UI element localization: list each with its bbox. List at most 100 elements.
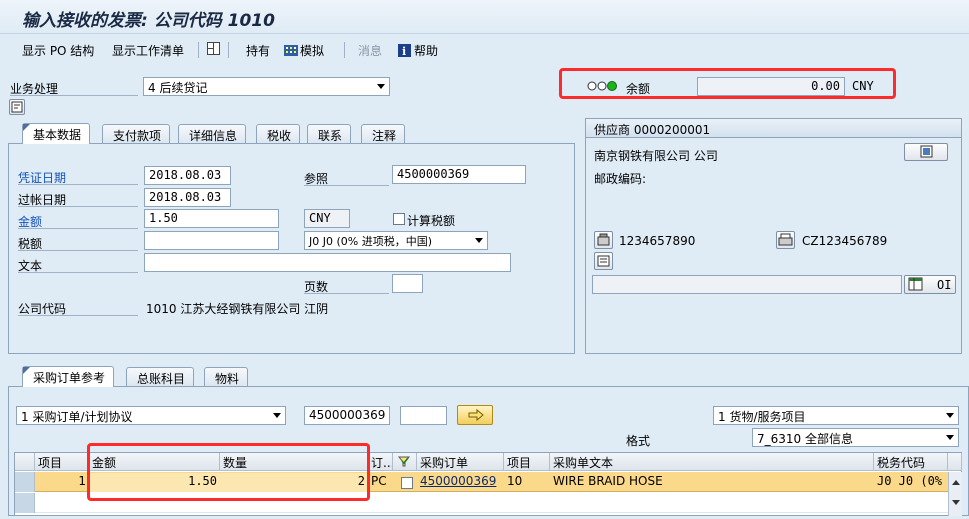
tab-payment[interactable]: 支付款项 bbox=[102, 124, 171, 144]
grid-column-settings[interactable] bbox=[948, 453, 962, 471]
post-date-field[interactable]: 2018.08.03 bbox=[144, 188, 231, 207]
toolbar-separator bbox=[344, 42, 345, 58]
grid-header-select[interactable] bbox=[393, 453, 417, 471]
tab-contact[interactable]: 联系 bbox=[307, 124, 352, 144]
row-selector[interactable] bbox=[15, 472, 35, 492]
simulate-icon bbox=[284, 44, 298, 57]
fax-number: CZ123456789 bbox=[802, 234, 888, 248]
row-po-link[interactable]: 4500000369 bbox=[417, 473, 504, 492]
po-type-select[interactable]: 1 采购订单/计划协议 bbox=[16, 406, 286, 425]
row-po-text-cell: WIRE BRAID HOSE bbox=[553, 474, 663, 488]
row-quantity-cell[interactable]: 2 bbox=[220, 473, 368, 492]
show-worklist-button[interactable]: 显示工作清单 bbox=[112, 42, 184, 59]
pages-field[interactable] bbox=[392, 274, 423, 293]
amount-field[interactable]: 1.50 bbox=[144, 209, 279, 228]
layout-icon[interactable] bbox=[207, 42, 220, 58]
goods-type-select[interactable]: 1 货物/服务项目 bbox=[713, 406, 959, 425]
po-number-field[interactable]: 4500000369 bbox=[304, 406, 390, 425]
layout-select[interactable]: 7_6310 全部信息 bbox=[752, 428, 959, 447]
scroll-arrows-icon bbox=[952, 480, 960, 505]
grid-header-po-item[interactable]: 项目 bbox=[504, 453, 550, 471]
apply-po-button[interactable] bbox=[457, 405, 493, 425]
vendor-detail-button[interactable] bbox=[904, 143, 948, 161]
doc-date-field[interactable]: 2018.08.03 bbox=[144, 166, 231, 185]
tab-label: 采购订单参考 bbox=[33, 371, 106, 385]
phone-icon bbox=[597, 233, 610, 246]
open-items-label: OI bbox=[937, 278, 952, 292]
tab-notes[interactable]: 注释 bbox=[361, 124, 406, 144]
company-code-value: 1010 江苏大经钢铁有限公司 江阴 bbox=[146, 302, 329, 316]
grid-header-amount[interactable]: 金额 bbox=[89, 453, 220, 471]
tab-tax[interactable]: 税收 bbox=[256, 124, 301, 144]
po-type-value: 1 采购订单/计划协议 bbox=[21, 410, 133, 424]
checkmark-icon bbox=[397, 456, 411, 467]
label-underline bbox=[18, 228, 138, 229]
tab-po-reference[interactable]: 采购订单参考 bbox=[22, 366, 115, 387]
show-po-structure-button[interactable]: 显示 PO 结构 bbox=[22, 42, 94, 59]
row-select-checkbox[interactable] bbox=[401, 477, 413, 489]
grid-header-po[interactable]: 采购订单 bbox=[417, 453, 504, 471]
table-row[interactable] bbox=[35, 493, 948, 513]
vendor-detail-icon bbox=[920, 145, 933, 158]
vendor-bank-field bbox=[592, 275, 902, 294]
reference-field[interactable]: 4500000369 bbox=[392, 165, 526, 184]
traffic-light-icon bbox=[587, 80, 619, 95]
row-unit-cell: PC bbox=[371, 474, 387, 488]
text-field[interactable] bbox=[144, 253, 511, 272]
help-label: 帮助 bbox=[414, 44, 439, 58]
tab-label: 物料 bbox=[215, 372, 240, 386]
row-selector[interactable] bbox=[15, 493, 35, 513]
hold-button[interactable]: 持有 bbox=[246, 42, 270, 59]
chevron-down-icon bbox=[273, 413, 281, 418]
tax-code-select[interactable]: J0 J0 (0% 进项税，中国) bbox=[304, 231, 488, 250]
grid-row-selector-header[interactable] bbox=[15, 453, 35, 471]
tab-label: 详细信息 bbox=[189, 129, 238, 143]
label-underline bbox=[18, 250, 138, 251]
grid-header-order-unit[interactable]: 订... bbox=[368, 453, 393, 471]
tab-details[interactable]: 详细信息 bbox=[178, 124, 247, 144]
po-item-field[interactable] bbox=[400, 406, 447, 425]
arrow-right-icon bbox=[468, 408, 484, 422]
fax-button[interactable] bbox=[776, 231, 795, 249]
tab-basic-data[interactable]: 基本数据 bbox=[22, 123, 91, 144]
row-tax-code-cell[interactable]: J0 J0 (0% bbox=[874, 473, 948, 492]
layout-value: 7_6310 全部信息 bbox=[757, 432, 853, 446]
label-underline bbox=[304, 293, 389, 294]
simulate-label: 模拟 bbox=[300, 44, 325, 58]
grid-header-tax-code[interactable]: 税务代码 bbox=[874, 453, 948, 471]
transaction-select[interactable]: 4 后续贷记 bbox=[143, 77, 390, 96]
tab-gl-account[interactable]: 总账科目 bbox=[126, 367, 195, 387]
phone-number: 1234657890 bbox=[619, 234, 696, 248]
tax-amount-field[interactable] bbox=[144, 231, 279, 250]
grid-scrollbar[interactable] bbox=[948, 472, 962, 516]
info-icon: i bbox=[398, 44, 412, 58]
toolbar-separator bbox=[228, 42, 229, 58]
phone-button[interactable] bbox=[594, 231, 613, 249]
calc-tax-checkbox[interactable] bbox=[393, 213, 405, 225]
expand-header-button[interactable] bbox=[9, 99, 25, 115]
postcode-label: 邮政编码: bbox=[594, 172, 647, 186]
transaction-value: 4 后续贷记 bbox=[148, 81, 208, 95]
row-item-cell[interactable]: 1 bbox=[35, 473, 89, 492]
open-items-icon bbox=[908, 277, 923, 291]
label-underline bbox=[18, 315, 138, 316]
chevron-down-icon bbox=[475, 238, 483, 243]
help-button[interactable]: i 帮助 bbox=[398, 42, 438, 59]
tab-label: 注释 bbox=[372, 129, 397, 143]
open-items-button[interactable]: OI bbox=[904, 275, 956, 294]
row-amount-cell[interactable]: 1.50 bbox=[89, 473, 220, 492]
grid-header-item[interactable]: 项目 bbox=[35, 453, 89, 471]
mail-button[interactable] bbox=[594, 252, 613, 270]
grid-header-quantity[interactable]: 数量 bbox=[220, 453, 368, 471]
tab-label: 联系 bbox=[318, 129, 343, 143]
currency-field[interactable]: CNY bbox=[304, 209, 350, 228]
messages-button[interactable]: 消息 bbox=[358, 42, 382, 59]
toolbar-separator bbox=[198, 42, 199, 58]
tab-material[interactable]: 物料 bbox=[204, 367, 249, 387]
balance-field: 0.00 bbox=[697, 77, 845, 96]
active-tab-marker bbox=[23, 367, 30, 374]
grid-header-po-text[interactable]: 采购单文本 bbox=[550, 453, 874, 471]
balance-currency: CNY bbox=[852, 79, 874, 93]
calc-tax-label: 计算税额 bbox=[407, 214, 456, 228]
simulate-button[interactable]: 模拟 bbox=[284, 42, 324, 59]
